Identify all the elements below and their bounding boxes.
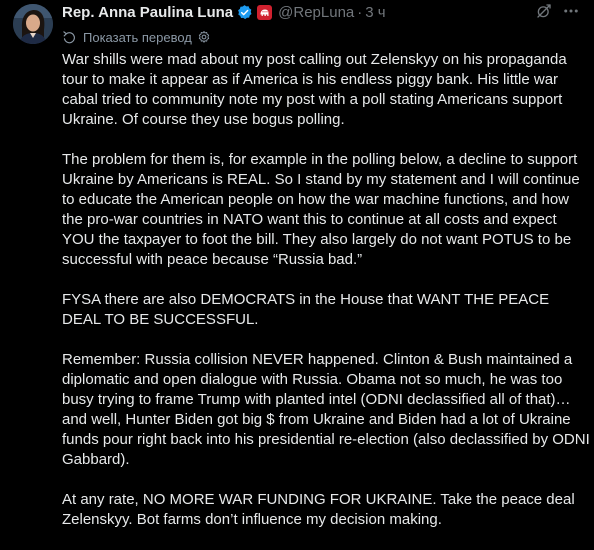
show-translation-row[interactable]: Показать перевод bbox=[62, 28, 211, 46]
post-body: War shills were mad about my post callin… bbox=[62, 50, 590, 550]
republican-elephant-icon bbox=[257, 4, 273, 20]
post-paragraph-4: Remember: Russia collision NEVER happene… bbox=[62, 351, 590, 468]
post-header: Rep. Anna Paulina Luna @RepLuna · 3 ч bbox=[62, 1, 386, 23]
more-dots-icon[interactable] bbox=[562, 2, 580, 20]
verified-badge-icon bbox=[236, 4, 253, 21]
post-paragraph-1: War shills were mad about my post callin… bbox=[62, 51, 567, 128]
avatar[interactable] bbox=[13, 4, 53, 44]
grok-icon[interactable] bbox=[535, 2, 553, 20]
tweet: Rep. Anna Paulina Luna @RepLuna · 3 ч По… bbox=[0, 0, 594, 540]
gear-icon[interactable] bbox=[197, 30, 211, 44]
author-name[interactable]: Rep. Anna Paulina Luna bbox=[62, 4, 233, 21]
post-paragraph-2: The problem for them is, for example in … bbox=[62, 151, 580, 268]
post-time[interactable]: 3 ч bbox=[365, 4, 385, 21]
author-handle[interactable]: @RepLuna bbox=[278, 4, 354, 21]
dot-separator: · bbox=[357, 3, 363, 21]
show-translation-link[interactable]: Показать перевод bbox=[83, 30, 192, 45]
post-paragraph-5: At any rate, NO MORE WAR FUNDING FOR UKR… bbox=[62, 491, 575, 528]
post-paragraph-3: FYSA there are also DEMOCRATS in the Hou… bbox=[62, 291, 550, 328]
translate-icon bbox=[62, 30, 77, 45]
